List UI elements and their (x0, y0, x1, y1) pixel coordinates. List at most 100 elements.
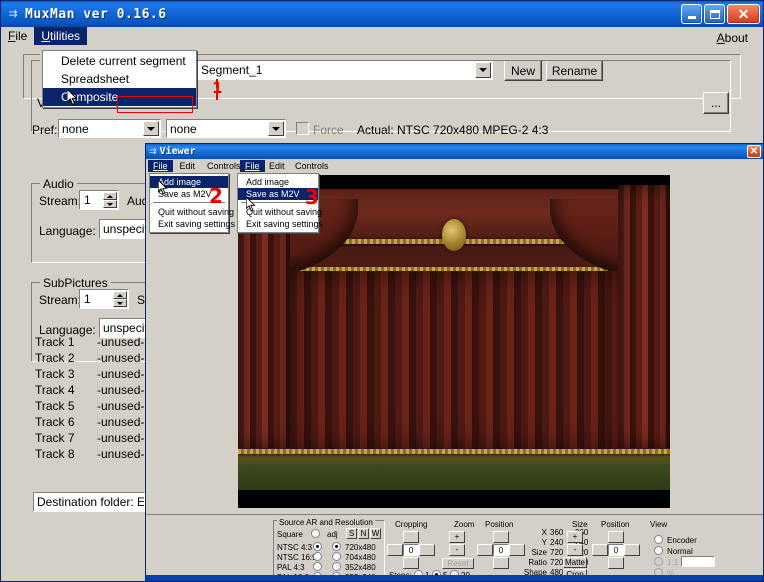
menu-about[interactable]: About (710, 29, 755, 47)
cropping-down-button[interactable] (403, 557, 419, 569)
menu-item-add-image-left[interactable]: Add image (150, 176, 228, 188)
viewer-menu-file-right[interactable]: File (240, 160, 265, 172)
menu-item-exit-saving-settings-right[interactable]: Exit saving settings (238, 218, 323, 230)
ar-option-radio-2[interactable] (313, 562, 322, 571)
position-up-button[interactable] (493, 531, 509, 543)
menu-item-add-image-right[interactable]: Add image (238, 176, 318, 188)
matte-button[interactable]: Matte (563, 557, 587, 568)
utilities-dropdown-menu: Delete current segment Spreadsheet Compo… (42, 50, 197, 108)
menu-item-exit-saving-settings-left[interactable]: Exit saving settings (150, 218, 235, 230)
size-position-up-button[interactable] (608, 531, 624, 543)
track-name: Track 2 (35, 351, 75, 365)
track-name: Track 4 (35, 383, 75, 397)
viewer-menu-controls-right[interactable]: Controls (290, 160, 334, 172)
list-item[interactable]: Track 6 -unused- (35, 414, 144, 430)
menu-item-composite[interactable]: Composite (43, 88, 196, 106)
res-option-radio-1[interactable] (332, 552, 341, 561)
list-item[interactable]: Track 8 -unused- (35, 446, 144, 462)
menu-item-save-as-m2v-left[interactable]: Save as M2V (150, 188, 228, 200)
ar-option-radio-1[interactable] (313, 552, 322, 561)
audio-language-label: Language: (39, 224, 96, 238)
n-button[interactable]: N (358, 528, 369, 539)
viewer-close-button[interactable]: ✕ (747, 145, 761, 158)
size-position-left-button[interactable] (592, 544, 608, 556)
spin-up-icon[interactable] (113, 291, 127, 299)
list-item[interactable]: Track 5 -unused- (35, 398, 144, 414)
size-position-right-button[interactable] (624, 544, 640, 556)
chevron-down-icon[interactable] (143, 121, 159, 136)
video-browse-button[interactable]: ... (703, 92, 729, 114)
square-radio[interactable] (311, 529, 320, 538)
list-item[interactable]: Track 7 -unused- (35, 430, 144, 446)
cropping-value-box[interactable]: 0 (403, 544, 419, 556)
close-button[interactable]: ✕ (727, 4, 760, 24)
menu-item-quit-without-saving-right[interactable]: Quit without saving (238, 206, 322, 218)
pref-combo-2[interactable]: none (166, 119, 286, 138)
viewer-menu-file-left[interactable]: File (148, 160, 173, 172)
viewer-file-menu-right: Add image Save as M2V Quit without savin… (237, 173, 323, 233)
chevron-down-icon[interactable] (268, 121, 284, 136)
w-button[interactable]: W (370, 528, 381, 539)
w-button-label: W (371, 528, 380, 538)
list-item[interactable]: Track 3 -unused- (35, 366, 144, 382)
track-name: Track 8 (35, 447, 75, 461)
res-option-radio-0[interactable] (332, 542, 341, 551)
res-option-radio-2[interactable] (332, 562, 341, 571)
menu-utilities[interactable]: Utilities (34, 27, 88, 45)
viewer-menu-edit-right[interactable]: Edit (264, 160, 290, 172)
window-title: MuxMan ver 0.16.6 (25, 6, 167, 22)
menu-item-label: Add image (158, 177, 202, 187)
spin-down-icon[interactable] (113, 299, 127, 307)
viewer-menu-file-right-label: File (245, 161, 260, 171)
cropping-left-button[interactable] (387, 544, 403, 556)
menu-item-spreadsheet[interactable]: Spreadsheet (43, 70, 196, 88)
track-value: -unused- (97, 431, 145, 445)
cropping-right-button[interactable] (419, 544, 435, 556)
list-item[interactable]: Track 4 -unused- (35, 382, 144, 398)
viewer-window: ⇉ Viewer ✕ File Edit Controls File Edit … (145, 143, 764, 582)
size-position-value-box[interactable]: 0 (608, 544, 624, 556)
subpictures-stream-spinner[interactable]: 1 (79, 289, 129, 309)
audio-stream-spin-buttons[interactable] (103, 192, 117, 208)
ar-option-label-1: NTSC 16:9 (277, 553, 317, 562)
pref-combo-1[interactable]: none (58, 119, 161, 138)
position-value-box[interactable]: 0 (493, 544, 509, 556)
minimize-button[interactable] (681, 4, 702, 24)
view-radio-normal[interactable] (654, 546, 663, 555)
size-decrease-button[interactable]: - (567, 544, 583, 556)
zoom-out-button[interactable]: - (449, 544, 465, 556)
s-button[interactable]: S (346, 528, 357, 539)
cropping-up-button[interactable] (403, 531, 419, 543)
menu-item-label: Exit saving settings (158, 219, 236, 229)
ar-option-radio-0[interactable] (313, 542, 322, 551)
view-radio-encoder[interactable] (654, 535, 663, 544)
zoom-reset-button[interactable]: Reset (442, 558, 474, 569)
list-item[interactable]: Track 1 -unused- (35, 334, 144, 350)
size-position-down-button[interactable] (608, 557, 624, 569)
menu-file[interactable]: File (1, 27, 34, 45)
spin-up-icon[interactable] (103, 192, 117, 200)
menu-item-quit-without-saving-left[interactable]: Quit without saving (150, 206, 234, 218)
size-increase-button[interactable]: + (567, 531, 583, 543)
n-button-label: N (360, 528, 367, 538)
position-left-button[interactable] (477, 544, 493, 556)
destination-folder-field[interactable]: Destination folder: E:\M (33, 492, 145, 512)
menu-item-label: Quit without saving (158, 207, 235, 217)
view-label-encoder: Encoder (667, 536, 697, 545)
spin-down-icon[interactable] (103, 200, 117, 208)
viewer-icon: ⇉ (149, 146, 157, 156)
viewer-menu-edit-left[interactable]: Edit (175, 160, 201, 172)
list-item[interactable]: Track 2 -unused- (35, 350, 144, 366)
maximize-button[interactable] (704, 4, 725, 24)
size-title: Size (572, 520, 588, 529)
zoom-in-button[interactable]: + (449, 531, 465, 543)
subpictures-stream-spin-buttons[interactable] (113, 291, 127, 307)
audio-stream-spinner[interactable]: 1 (79, 190, 119, 210)
menu-item-delete-current-segment[interactable]: Delete current segment (43, 52, 196, 70)
force-checkbox[interactable] (296, 122, 309, 135)
menu-item-save-as-m2v-right[interactable]: Save as M2V (238, 188, 318, 200)
track-name: Track 6 (35, 415, 75, 429)
main-titlebar: ⇉ MuxMan ver 0.16.6 ✕ (1, 1, 763, 27)
readout-size-v1: 720 (550, 548, 564, 557)
position-down-button[interactable] (493, 557, 509, 569)
